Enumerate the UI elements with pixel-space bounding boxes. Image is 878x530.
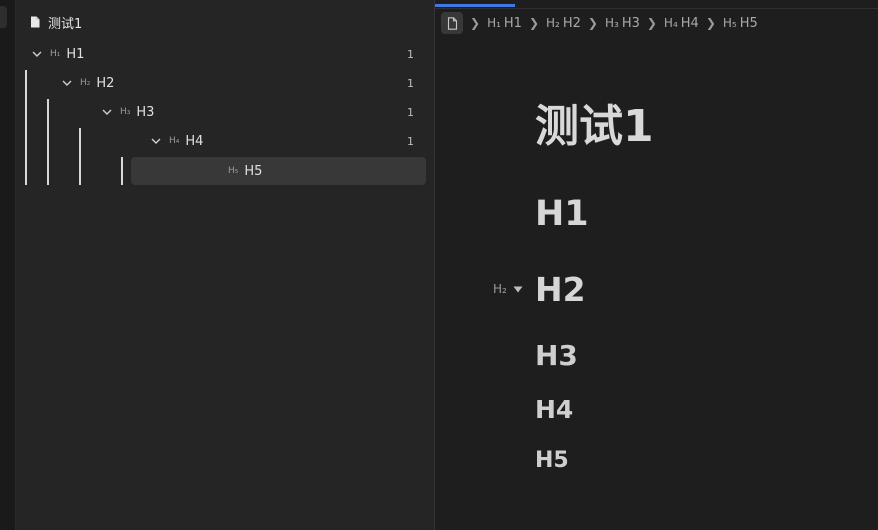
outline-item-label: H2 [96,75,115,91]
breadcrumb-item-h2[interactable]: H₂ H2 [546,16,581,31]
heading-gutter-control[interactable]: H₂ [493,282,523,296]
file-icon [30,16,40,28]
chevron-right-icon: ❯ [470,16,481,30]
outline-item-h3[interactable]: H₃ H3 1 [100,99,434,125]
outline-item-count: 1 [407,134,414,148]
document-title[interactable]: 测试1 [535,90,654,154]
heading-h4[interactable]: H4 [535,395,573,424]
chevron-down-icon[interactable] [149,134,163,148]
caret-down-icon[interactable] [513,282,523,296]
heading-h2[interactable]: H2 [535,270,586,309]
tab-strip [435,0,878,9]
breadcrumb-item-h4[interactable]: H₄ H4 [664,16,699,31]
chevron-right-icon: ❯ [705,16,716,30]
outline-item-label: H3 [136,104,155,120]
chevron-down-icon[interactable] [60,76,74,90]
heading-level-badge: H₅ [722,15,737,30]
heading-level-badge: H₃ [120,107,131,117]
outline-item-label: H1 [66,46,85,62]
heading-level-badge: H₄ [169,136,180,146]
active-tab-indicator[interactable] [435,4,515,7]
chevron-down-icon[interactable] [100,105,114,119]
heading-level-badge: H₁ [487,15,501,30]
outline-item-h1[interactable]: H₁ H1 1 [30,41,434,67]
heading-h3[interactable]: H3 [535,339,578,372]
outline-item-count: 1 [407,105,414,119]
outline-item-label: H4 [185,133,204,149]
outline-item-count: 1 [407,76,414,90]
outline-item-count: 1 [407,47,414,61]
file-title: 测试1 [48,16,83,32]
heading-level-badge: H₁ [50,49,61,59]
breadcrumb-label: H2 [562,15,581,31]
heading-level-badge: H₂ [493,282,507,296]
heading-level-badge: H₄ [663,15,678,30]
breadcrumb: ❯ H₁ H1 ❯ H₂ H2 ❯ H₃ H3 ❯ H₄ H4 ❯ H₅ H5 [441,10,758,36]
heading-h1[interactable]: H1 [535,194,589,234]
outline-item-h5[interactable]: H₅ H5 [228,158,434,184]
breadcrumb-label: H5 [739,15,758,31]
tree-guide-line [25,70,27,185]
breadcrumb-item-h1[interactable]: H₁ H1 [487,16,522,31]
tree-guide-line [47,99,49,185]
outline-item-h2[interactable]: H₂ H2 1 [60,70,434,96]
chevron-down-icon[interactable] [30,47,44,61]
left-rail [0,0,16,530]
document-icon[interactable] [441,12,463,34]
breadcrumb-label: H3 [621,15,640,31]
outline-panel: 测试1 H₁ H1 1 H₂ H2 1 H₃ H3 1 H₄ H4 1 H₅ H… [16,0,434,530]
breadcrumb-item-h5[interactable]: H₅ H5 [723,16,758,31]
heading-level-badge: H₂ [546,15,560,30]
breadcrumb-label: H4 [680,15,699,31]
heading-level-badge: H₃ [604,15,619,30]
outline-file-item[interactable]: 测试1 [30,10,82,34]
heading-level-badge: H₅ [228,166,239,176]
chevron-right-icon: ❯ [646,16,657,30]
heading-level-badge: H₂ [80,78,91,88]
heading-h5[interactable]: H5 [535,448,569,473]
rail-handle[interactable] [0,6,7,28]
chevron-right-icon: ❯ [587,16,598,30]
breadcrumb-item-h3[interactable]: H₃ H3 [605,16,640,31]
chevron-right-icon: ❯ [528,16,540,30]
outline-item-label: H5 [244,163,263,179]
tree-guide-line [121,157,123,185]
breadcrumb-label: H1 [503,15,522,31]
editor-pane: ❯ H₁ H1 ❯ H₂ H2 ❯ H₃ H3 ❯ H₄ H4 ❯ H₅ H5 … [435,0,878,530]
outline-item-h4[interactable]: H₄ H4 1 [149,128,434,154]
tree-guide-line [79,128,81,185]
